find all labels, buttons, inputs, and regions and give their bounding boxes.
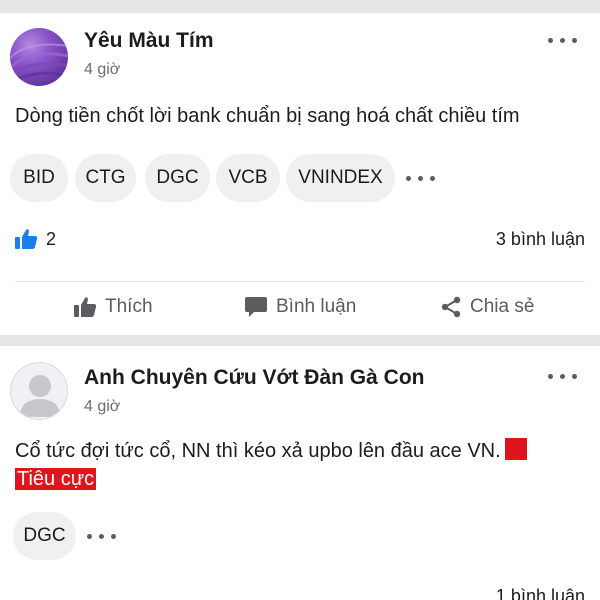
more-tags-button[interactable] [405, 168, 437, 188]
default-user-icon [19, 375, 61, 417]
stock-tag-chip[interactable]: DGC [13, 512, 76, 560]
comment-count-link[interactable]: 1 bình luận [496, 586, 585, 600]
stock-tag-chip[interactable]: DGC [145, 154, 210, 202]
author-name[interactable]: Yêu Màu Tím [84, 29, 214, 53]
more-options-button[interactable] [546, 366, 580, 386]
share-button[interactable]: Chia sẻ [440, 296, 534, 318]
author-name[interactable]: Anh Chuyên Cứu Vớt Đàn Gà Con [84, 366, 424, 390]
more-tags-button[interactable] [86, 526, 118, 546]
stock-tag-chip[interactable]: VCB [216, 154, 280, 202]
author-avatar[interactable] [10, 362, 68, 420]
stock-tag-chip[interactable]: CTG [75, 154, 136, 202]
thumbs-up-icon [74, 297, 97, 317]
post-time: 4 giờ [84, 61, 121, 78]
post-card: Yêu Màu Tím 4 giờ Dòng tiền chốt lời ban… [0, 13, 600, 335]
share-icon [441, 296, 461, 318]
sentiment-badge: Tiêu cực [15, 468, 97, 490]
post-card: Anh Chuyên Cứu Vớt Đàn Gà Con 4 giờ Cổ t… [0, 346, 600, 600]
author-avatar[interactable] [10, 28, 68, 86]
post-content: Cổ tức đợi tức cổ, NN thì kéo xả upbo lê… [15, 437, 586, 493]
top-separator [0, 0, 600, 13]
comment-count-link[interactable]: 3 bình luận [496, 229, 585, 250]
like-summary[interactable]: 2 [14, 228, 56, 250]
thumbs-up-icon [15, 229, 38, 249]
post-text: Cổ tức đợi tức cổ, NN thì kéo xả upbo lê… [15, 440, 501, 462]
like-button[interactable]: Thích [73, 296, 153, 318]
like-count: 2 [46, 228, 57, 249]
stock-tag-chip[interactable]: BID [10, 154, 68, 202]
negative-flag-icon [504, 438, 527, 460]
stock-tag-chip[interactable]: VNINDEX [286, 154, 395, 202]
post-content: Dòng tiền chốt lời bank chuẩn bị sang ho… [15, 105, 520, 127]
comment-button[interactable]: Bình luận [244, 296, 356, 318]
post-separator [0, 335, 600, 346]
divider [15, 281, 585, 282]
post-time: 4 giờ [84, 398, 121, 415]
more-options-button[interactable] [546, 30, 580, 50]
comment-bubble-icon [245, 297, 267, 317]
lavender-field-image [10, 43, 68, 85]
